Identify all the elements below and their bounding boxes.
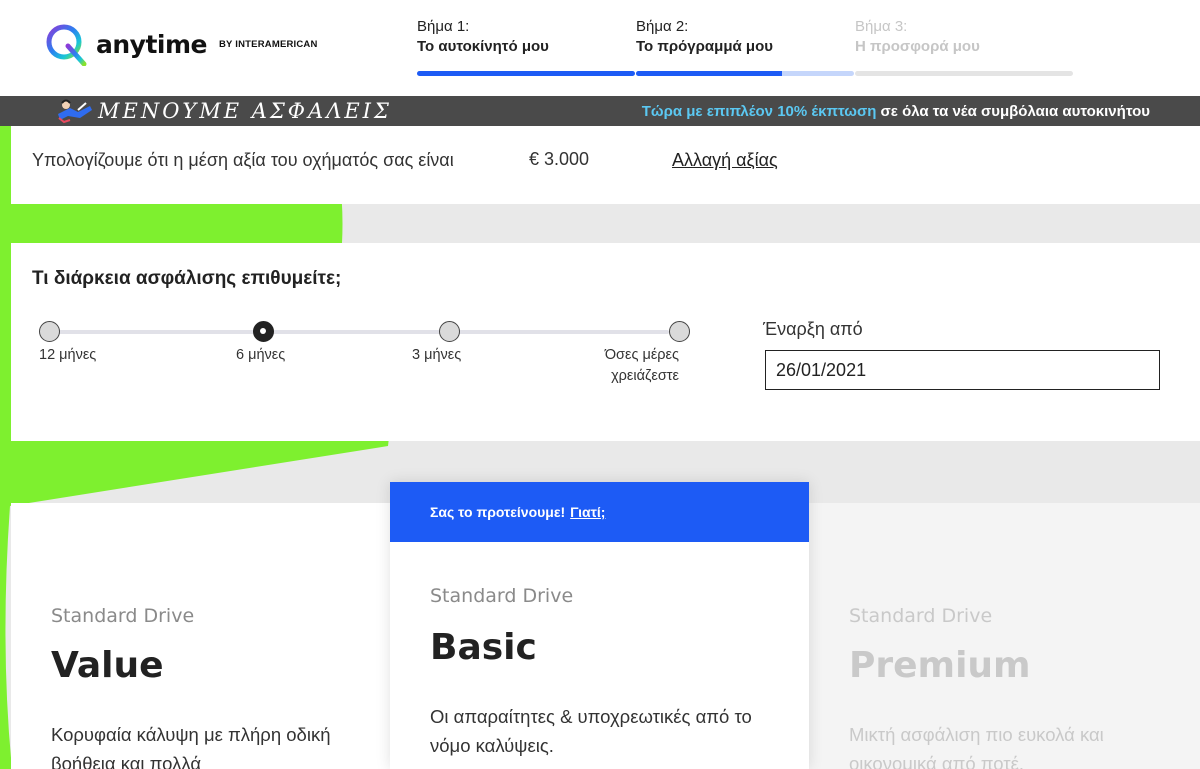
step-1-name: Το αυτοκίνητό μου bbox=[417, 38, 549, 55]
anytime-logo[interactable]: anytime BY INTERAMERICAN bbox=[44, 22, 318, 66]
recommended-text: Σας το προτείνουμε! bbox=[430, 504, 566, 520]
duration-slider[interactable] bbox=[39, 321, 690, 343]
site-header: anytime BY INTERAMERICAN Βήμα 1: Το αυτο… bbox=[0, 0, 1200, 96]
insurance-duration-card: Τι διάρκεια ασφάλισης επιθυμείτε; 12 μήν… bbox=[11, 243, 1200, 441]
vehicle-value-card: Υπολογίζουμε ότι η μέση αξία του οχήματό… bbox=[11, 126, 1200, 204]
why-link[interactable]: Γιατί; bbox=[570, 504, 605, 520]
reclining-person-icon bbox=[58, 99, 92, 124]
plan-value-description: Κορυφαία κάλυψη με πλήρη οδική βοήθεια κ… bbox=[51, 724, 331, 769]
duration-option-custom-days[interactable] bbox=[669, 321, 690, 342]
slider-track bbox=[49, 330, 669, 334]
start-date-label: Έναρξη από bbox=[763, 319, 863, 339]
step-3: Βήμα 3: Η προσφορά μου bbox=[855, 18, 1073, 76]
promo-rest: σε όλα τα νέα συμβόλαια αυτοκινήτου bbox=[876, 103, 1150, 120]
brand-by: BY INTERAMERICAN bbox=[219, 38, 318, 50]
plan-basic-description: Οι απαραίτητες & υποχρεωτικές από το νόμ… bbox=[430, 706, 752, 756]
start-date-input[interactable] bbox=[765, 350, 1160, 390]
recommended-banner: Σας το προτείνουμε! Γιατί; bbox=[390, 482, 809, 542]
plan-premium-description: Μικτή ασφάλιση πιο ευκολά και οικονομικά… bbox=[849, 724, 1104, 769]
step-3-progress-bar bbox=[855, 71, 1073, 76]
duration-question: Τι διάρκεια ασφάλισης επιθυμείτε; bbox=[32, 268, 342, 289]
step-2[interactable]: Βήμα 2: Το πρόγραμμά μου bbox=[636, 18, 854, 76]
logo-mark-icon bbox=[46, 24, 87, 66]
plan-value-subtitle: Standard Drive bbox=[51, 605, 195, 627]
change-value-link[interactable]: Αλλαγή αξίας bbox=[672, 150, 778, 171]
duration-option-6-months[interactable] bbox=[253, 321, 274, 342]
step-2-progress-bar bbox=[636, 71, 854, 76]
step-1-progress-bar bbox=[417, 71, 635, 76]
label-3-months: 3 μήνες bbox=[412, 347, 462, 363]
label-custom-days-line1: Όσες μέρες bbox=[604, 347, 679, 363]
plan-premium-name: Premium bbox=[849, 645, 1031, 686]
brand-name: anytime bbox=[96, 29, 208, 59]
vehicle-value-amount: € 3.000 bbox=[529, 149, 590, 169]
step-2-progress-fill bbox=[636, 71, 783, 76]
step-1-number: Βήμα 1: bbox=[417, 18, 470, 35]
step-3-name: Η προσφορά μου bbox=[855, 38, 980, 55]
label-6-months: 6 μήνες bbox=[236, 347, 286, 363]
promo-brand: ΜΕΝΟΥΜΕ ΑΣΦΑΛΕΙΣ bbox=[56, 97, 392, 125]
promo-slogan: ΜΕΝΟΥΜΕ ΑΣΦΑΛΕΙΣ bbox=[98, 99, 392, 123]
plan-premium-subtitle: Standard Drive bbox=[849, 605, 993, 627]
step-3-number: Βήμα 3: bbox=[855, 18, 908, 35]
step-1[interactable]: Βήμα 1: Το αυτοκίνητό μου bbox=[417, 18, 635, 76]
plan-basic-name: Basic bbox=[430, 627, 537, 668]
duration-option-12-months[interactable] bbox=[39, 321, 60, 342]
step-2-number: Βήμα 2: bbox=[636, 18, 689, 35]
promo-highlight: Τώρα με επιπλέον 10% έκπτωση bbox=[641, 103, 877, 120]
vehicle-value-text: Υπολογίζουμε ότι η μέση αξία του οχήματό… bbox=[32, 150, 454, 170]
plan-basic-card[interactable]: Σας το προτείνουμε! Γιατί; Standard Drive… bbox=[390, 482, 809, 769]
plan-value-name: Value bbox=[51, 645, 164, 686]
label-custom-days: Όσες μέρες χρειάζεστε bbox=[571, 345, 679, 387]
plan-basic-subtitle: Standard Drive bbox=[430, 585, 574, 607]
promo-strip: ΜΕΝΟΥΜΕ ΑΣΦΑΛΕΙΣ Τώρα με επιπλέον 10% έκ… bbox=[0, 96, 1200, 126]
duration-option-3-months[interactable] bbox=[439, 321, 460, 342]
label-custom-days-line2: χρειάζεστε bbox=[611, 368, 679, 384]
promo-message: Τώρα με επιπλέον 10% έκπτωση σε όλα τα ν… bbox=[642, 103, 1150, 120]
step-1-progress-fill bbox=[417, 71, 635, 76]
plan-premium-card[interactable]: Standard Drive Premium Μικτή ασφάλιση πι… bbox=[809, 503, 1200, 769]
step-2-name: Το πρόγραμμά μου bbox=[636, 38, 773, 55]
label-12-months: 12 μήνες bbox=[39, 347, 97, 363]
